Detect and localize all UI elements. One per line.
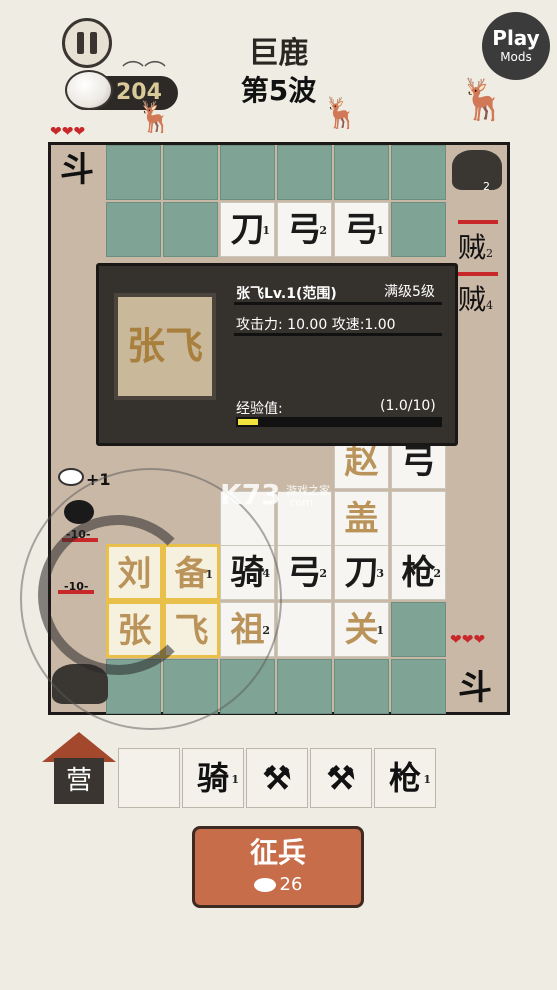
grass-tile[interactable] bbox=[163, 145, 218, 200]
unit-tile[interactable]: 刀1 bbox=[220, 202, 275, 257]
deer-icon: 🦌 bbox=[458, 77, 508, 123]
enemy-flag: 斗 bbox=[458, 668, 492, 708]
camp-button[interactable]: 营 bbox=[54, 758, 104, 804]
level-title: 巨鹿 bbox=[248, 36, 309, 71]
empty-tile[interactable] bbox=[391, 491, 446, 546]
recruit-button[interactable]: 征兵 26 bbox=[192, 826, 364, 908]
recruit-label: 征兵 bbox=[249, 836, 306, 869]
enemy-hearts: ❤❤❤ bbox=[450, 632, 486, 648]
unit-tile[interactable]: 弓1 bbox=[334, 202, 389, 257]
divider bbox=[234, 333, 442, 336]
unit-tile[interactable]: 枪2 bbox=[391, 545, 446, 600]
deer-icon: 🦌 bbox=[136, 100, 174, 135]
grass-tile[interactable] bbox=[277, 145, 332, 200]
steamed-bun-icon bbox=[58, 468, 84, 486]
grass-tile[interactable] bbox=[163, 202, 218, 257]
watermark-logo: K73 bbox=[220, 478, 281, 511]
enemy-hp-bar bbox=[458, 272, 498, 276]
shovel-icon: ⚒ bbox=[326, 759, 356, 797]
grass-tile[interactable] bbox=[106, 202, 161, 257]
enemy-unit: 贼4 bbox=[458, 283, 494, 316]
max-level-label: 满级5级 bbox=[384, 284, 435, 300]
hero-tile[interactable]: 盖 bbox=[334, 491, 389, 546]
hero-name: 张飞Lv.1(范围) bbox=[236, 286, 337, 302]
grass-tile[interactable] bbox=[106, 145, 161, 200]
grass-tile[interactable] bbox=[334, 659, 389, 714]
reserve-slot[interactable]: ⚒ bbox=[246, 748, 308, 808]
enemy-hp-bar bbox=[458, 220, 498, 224]
play-mods-label: Play bbox=[492, 26, 540, 50]
xp-label: 经验值: bbox=[236, 401, 283, 417]
ally-hearts: ❤❤❤ bbox=[50, 124, 86, 140]
grass-tile[interactable] bbox=[391, 602, 446, 657]
grass-tile[interactable] bbox=[277, 659, 332, 714]
divider bbox=[234, 302, 442, 305]
ally-flag: 斗 bbox=[60, 150, 94, 190]
unit-tile[interactable]: 弓2 bbox=[277, 545, 332, 600]
steamed-bun-icon bbox=[253, 878, 276, 892]
rock-icon bbox=[452, 150, 502, 190]
hero-tile[interactable]: 关1 bbox=[334, 602, 389, 657]
unit-tile[interactable]: 弓2 bbox=[277, 202, 332, 257]
rock-count: 2 bbox=[483, 180, 490, 193]
watermark-domain: .com bbox=[286, 496, 313, 509]
grass-tile[interactable] bbox=[391, 659, 446, 714]
shovel-icon: ⚒ bbox=[262, 759, 292, 797]
reserve-slot[interactable]: 枪1 bbox=[374, 748, 436, 808]
deer-icon: 🦌 bbox=[322, 96, 360, 131]
empty-tile[interactable] bbox=[277, 602, 332, 657]
unit-tile[interactable]: 刀3 bbox=[334, 545, 389, 600]
enemy-unit: 贼2 bbox=[458, 231, 494, 264]
hero-stats: 攻击力: 10.00 攻速:1.00 bbox=[236, 317, 396, 333]
xp-bar bbox=[236, 417, 442, 427]
grass-tile[interactable] bbox=[391, 202, 446, 257]
attack-range-arc bbox=[38, 515, 198, 675]
grass-tile[interactable] bbox=[220, 145, 275, 200]
reserve-slot[interactable] bbox=[118, 748, 180, 808]
play-mods-button[interactable]: Play Mods bbox=[482, 12, 550, 80]
reserve-slot[interactable]: 骑1 bbox=[182, 748, 244, 808]
reserve-slot[interactable]: ⚒ bbox=[310, 748, 372, 808]
recruit-cost: 26 bbox=[195, 873, 361, 897]
play-mods-sublabel: Mods bbox=[500, 50, 532, 64]
xp-bar-fill bbox=[238, 419, 258, 425]
xp-value: (1.0/10) bbox=[380, 398, 436, 414]
hero-portrait: 张飞 bbox=[114, 293, 216, 400]
grass-tile[interactable] bbox=[391, 145, 446, 200]
grass-tile[interactable] bbox=[334, 145, 389, 200]
